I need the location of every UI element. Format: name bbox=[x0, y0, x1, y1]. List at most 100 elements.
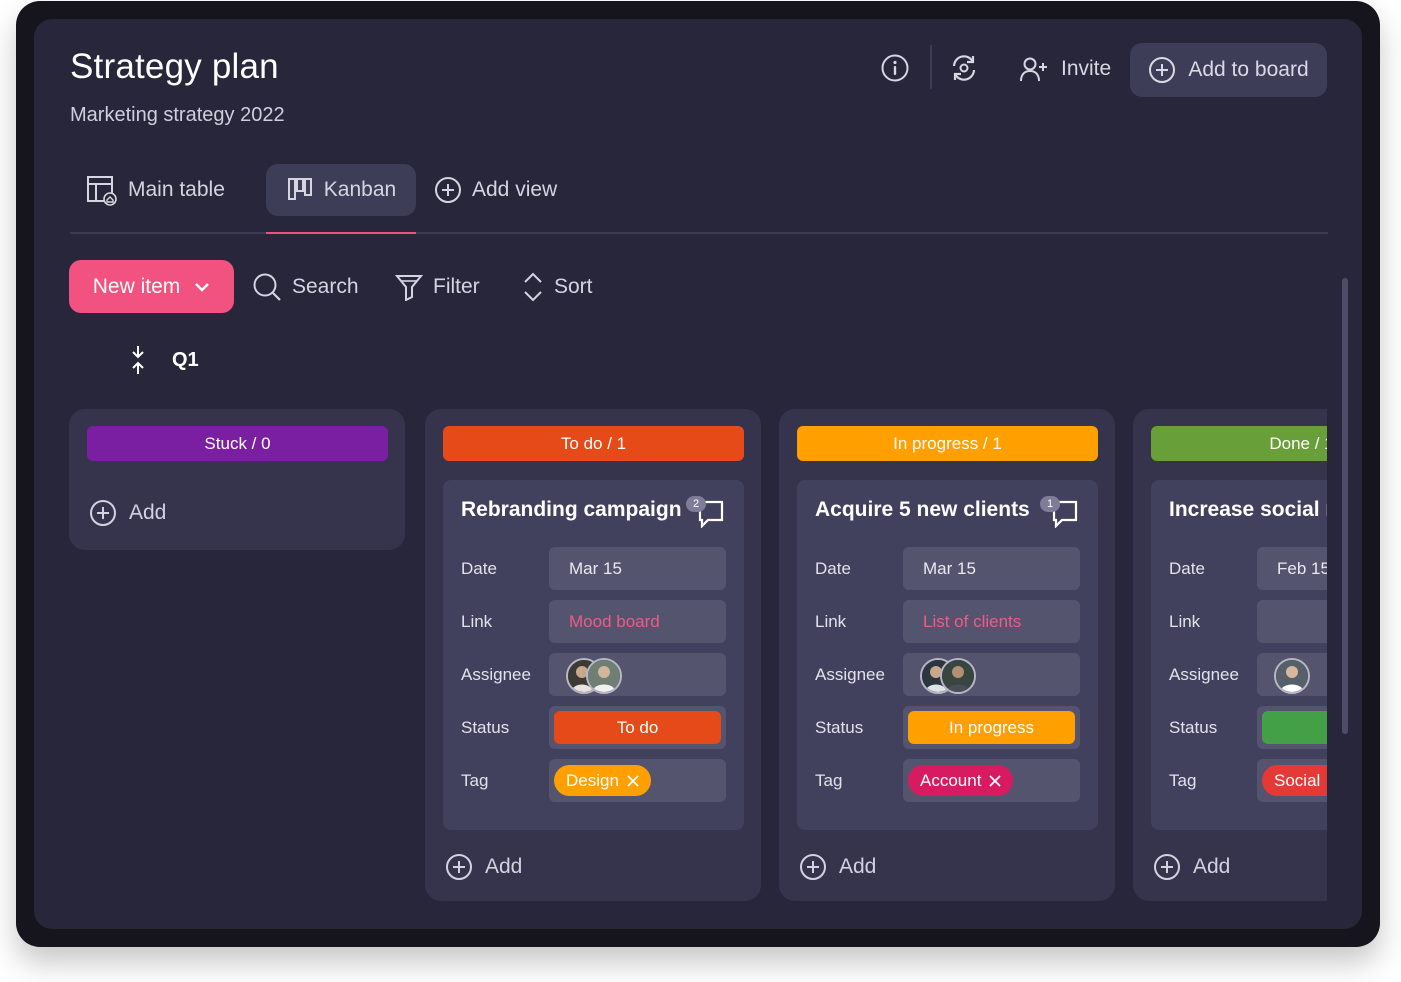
field-date: Date Mar 15 bbox=[461, 547, 726, 590]
status-field[interactable]: In progress bbox=[903, 706, 1080, 749]
assignee-field[interactable] bbox=[1257, 653, 1327, 696]
field-tag: Tag Social bbox=[1169, 759, 1327, 802]
link-value[interactable]: List of clients bbox=[923, 612, 1021, 632]
field-label: Link bbox=[815, 612, 847, 631]
status-field[interactable]: To do bbox=[549, 706, 726, 749]
status-badge[interactable]: In progress bbox=[908, 711, 1075, 744]
date-field[interactable]: Mar 15 bbox=[549, 547, 726, 590]
field-status: Status bbox=[1169, 706, 1327, 749]
link-field[interactable]: List of clients bbox=[903, 600, 1080, 643]
kanban-card[interactable]: Rebranding campaign 2 Date Mar 15 Link M… bbox=[443, 480, 744, 830]
tag-field[interactable]: Design bbox=[549, 759, 726, 802]
kanban-card[interactable]: Acquire 5 new clients 1 Date Mar 15 Link… bbox=[797, 480, 1098, 830]
page-title: Strategy plan bbox=[70, 47, 279, 86]
link-field[interactable]: Mood board bbox=[549, 600, 726, 643]
tab-add-view-label: Add view bbox=[472, 178, 558, 201]
person-photo-icon bbox=[1276, 660, 1308, 692]
add-to-board-button[interactable]: Add to board bbox=[1130, 43, 1327, 97]
add-card-button[interactable]: Add bbox=[1153, 853, 1230, 881]
kanban-column-done: Done / 1 Increase social media Date Feb … bbox=[1133, 409, 1327, 901]
date-value: Feb 15 bbox=[1277, 559, 1327, 578]
chevron-down-icon bbox=[195, 282, 210, 292]
tab-kanban-label: Kanban bbox=[323, 178, 397, 201]
field-label: Assignee bbox=[1169, 665, 1239, 684]
field-date: Date Feb 15 bbox=[1169, 547, 1327, 590]
active-tab-indicator bbox=[266, 232, 416, 234]
column-header: Done / 1 bbox=[1151, 426, 1327, 461]
group-label: Q1 bbox=[172, 349, 199, 371]
sync-icon bbox=[952, 55, 976, 81]
status-badge[interactable]: To do bbox=[554, 711, 721, 744]
new-item-button[interactable]: New item bbox=[69, 260, 234, 313]
invite-button[interactable]: Invite bbox=[1019, 55, 1111, 83]
tab-add-view[interactable]: Add view bbox=[434, 164, 557, 216]
add-card-button[interactable]: Add bbox=[89, 499, 166, 527]
field-status: Status In progress bbox=[815, 706, 1080, 749]
tab-kanban[interactable]: Kanban bbox=[266, 164, 416, 216]
close-icon[interactable] bbox=[627, 774, 639, 787]
field-label: Link bbox=[461, 612, 493, 631]
plus-circle-icon bbox=[800, 854, 826, 880]
tag-field[interactable]: Social bbox=[1257, 759, 1327, 802]
tab-main-table-label: Main table bbox=[128, 178, 225, 201]
tag-label: Account bbox=[920, 770, 982, 790]
vertical-scrollbar[interactable] bbox=[1342, 278, 1348, 734]
kanban-app: Strategy plan Marketing strategy 2022 In… bbox=[34, 19, 1362, 929]
date-value: Mar 15 bbox=[569, 559, 622, 578]
status-field[interactable] bbox=[1257, 706, 1327, 749]
status-badge[interactable] bbox=[1262, 711, 1327, 744]
comments-button[interactable]: 2 bbox=[686, 496, 726, 528]
person-photo-icon bbox=[942, 660, 974, 692]
avatar[interactable] bbox=[940, 658, 976, 694]
assignee-field[interactable] bbox=[549, 653, 726, 696]
kanban-column-in-progress: In progress / 1 Acquire 5 new clients 1 … bbox=[779, 409, 1115, 901]
tab-main-table[interactable]: Main table bbox=[86, 164, 225, 216]
add-card-button[interactable]: Add bbox=[445, 853, 522, 881]
add-label: Add bbox=[1193, 855, 1231, 878]
field-link: Link List of clients bbox=[815, 600, 1080, 643]
tag-chip: Account bbox=[908, 765, 1014, 796]
info-button[interactable] bbox=[880, 53, 910, 83]
column-header: In progress / 1 bbox=[797, 426, 1098, 461]
header-divider bbox=[930, 45, 932, 89]
add-card-button[interactable]: Add bbox=[799, 853, 876, 881]
card-title: Rebranding campaign bbox=[461, 498, 682, 521]
field-label: Assignee bbox=[815, 665, 885, 684]
date-field[interactable]: Mar 15 bbox=[903, 547, 1080, 590]
avatar[interactable] bbox=[586, 658, 622, 694]
kanban-icon bbox=[287, 178, 312, 200]
comments-button[interactable]: 1 bbox=[1040, 496, 1080, 528]
add-label: Add bbox=[129, 501, 167, 524]
kanban-card[interactable]: Increase social media Date Feb 15 Link A… bbox=[1151, 480, 1327, 830]
link-field[interactable] bbox=[1257, 600, 1327, 643]
page-subtitle: Marketing strategy 2022 bbox=[70, 104, 285, 126]
close-icon[interactable] bbox=[989, 774, 1002, 787]
collapse-group-icon[interactable] bbox=[130, 345, 146, 375]
kanban-column-todo: To do / 1 Rebranding campaign 2 Date Mar… bbox=[425, 409, 761, 901]
add-label: Add bbox=[839, 855, 877, 878]
sync-button[interactable] bbox=[948, 52, 980, 84]
info-icon bbox=[881, 54, 909, 82]
tab-divider bbox=[70, 232, 1328, 234]
tag-chip: Design bbox=[554, 765, 651, 796]
add-to-board-label: Add to board bbox=[1188, 58, 1309, 81]
date-field[interactable]: Feb 15 bbox=[1257, 547, 1327, 590]
sort-button[interactable]: Sort bbox=[522, 272, 593, 302]
assignee-field[interactable] bbox=[903, 653, 1080, 696]
date-value: Mar 15 bbox=[923, 559, 976, 578]
filter-button[interactable]: Filter bbox=[395, 273, 480, 301]
tag-field[interactable]: Account bbox=[903, 759, 1080, 802]
field-date: Date Mar 15 bbox=[815, 547, 1080, 590]
search-label: Search bbox=[292, 275, 359, 298]
avatar[interactable] bbox=[1274, 658, 1310, 694]
table-icon bbox=[87, 176, 117, 206]
plus-circle-icon bbox=[90, 500, 116, 526]
field-assignee: Assignee bbox=[815, 653, 1080, 696]
filter-icon bbox=[395, 275, 423, 301]
plus-circle-icon bbox=[1154, 854, 1180, 880]
search-button[interactable]: Search bbox=[252, 272, 359, 302]
link-value[interactable]: Mood board bbox=[569, 612, 660, 632]
field-label: Status bbox=[1169, 718, 1218, 737]
add-label: Add bbox=[485, 855, 523, 878]
field-label: Status bbox=[461, 718, 510, 737]
